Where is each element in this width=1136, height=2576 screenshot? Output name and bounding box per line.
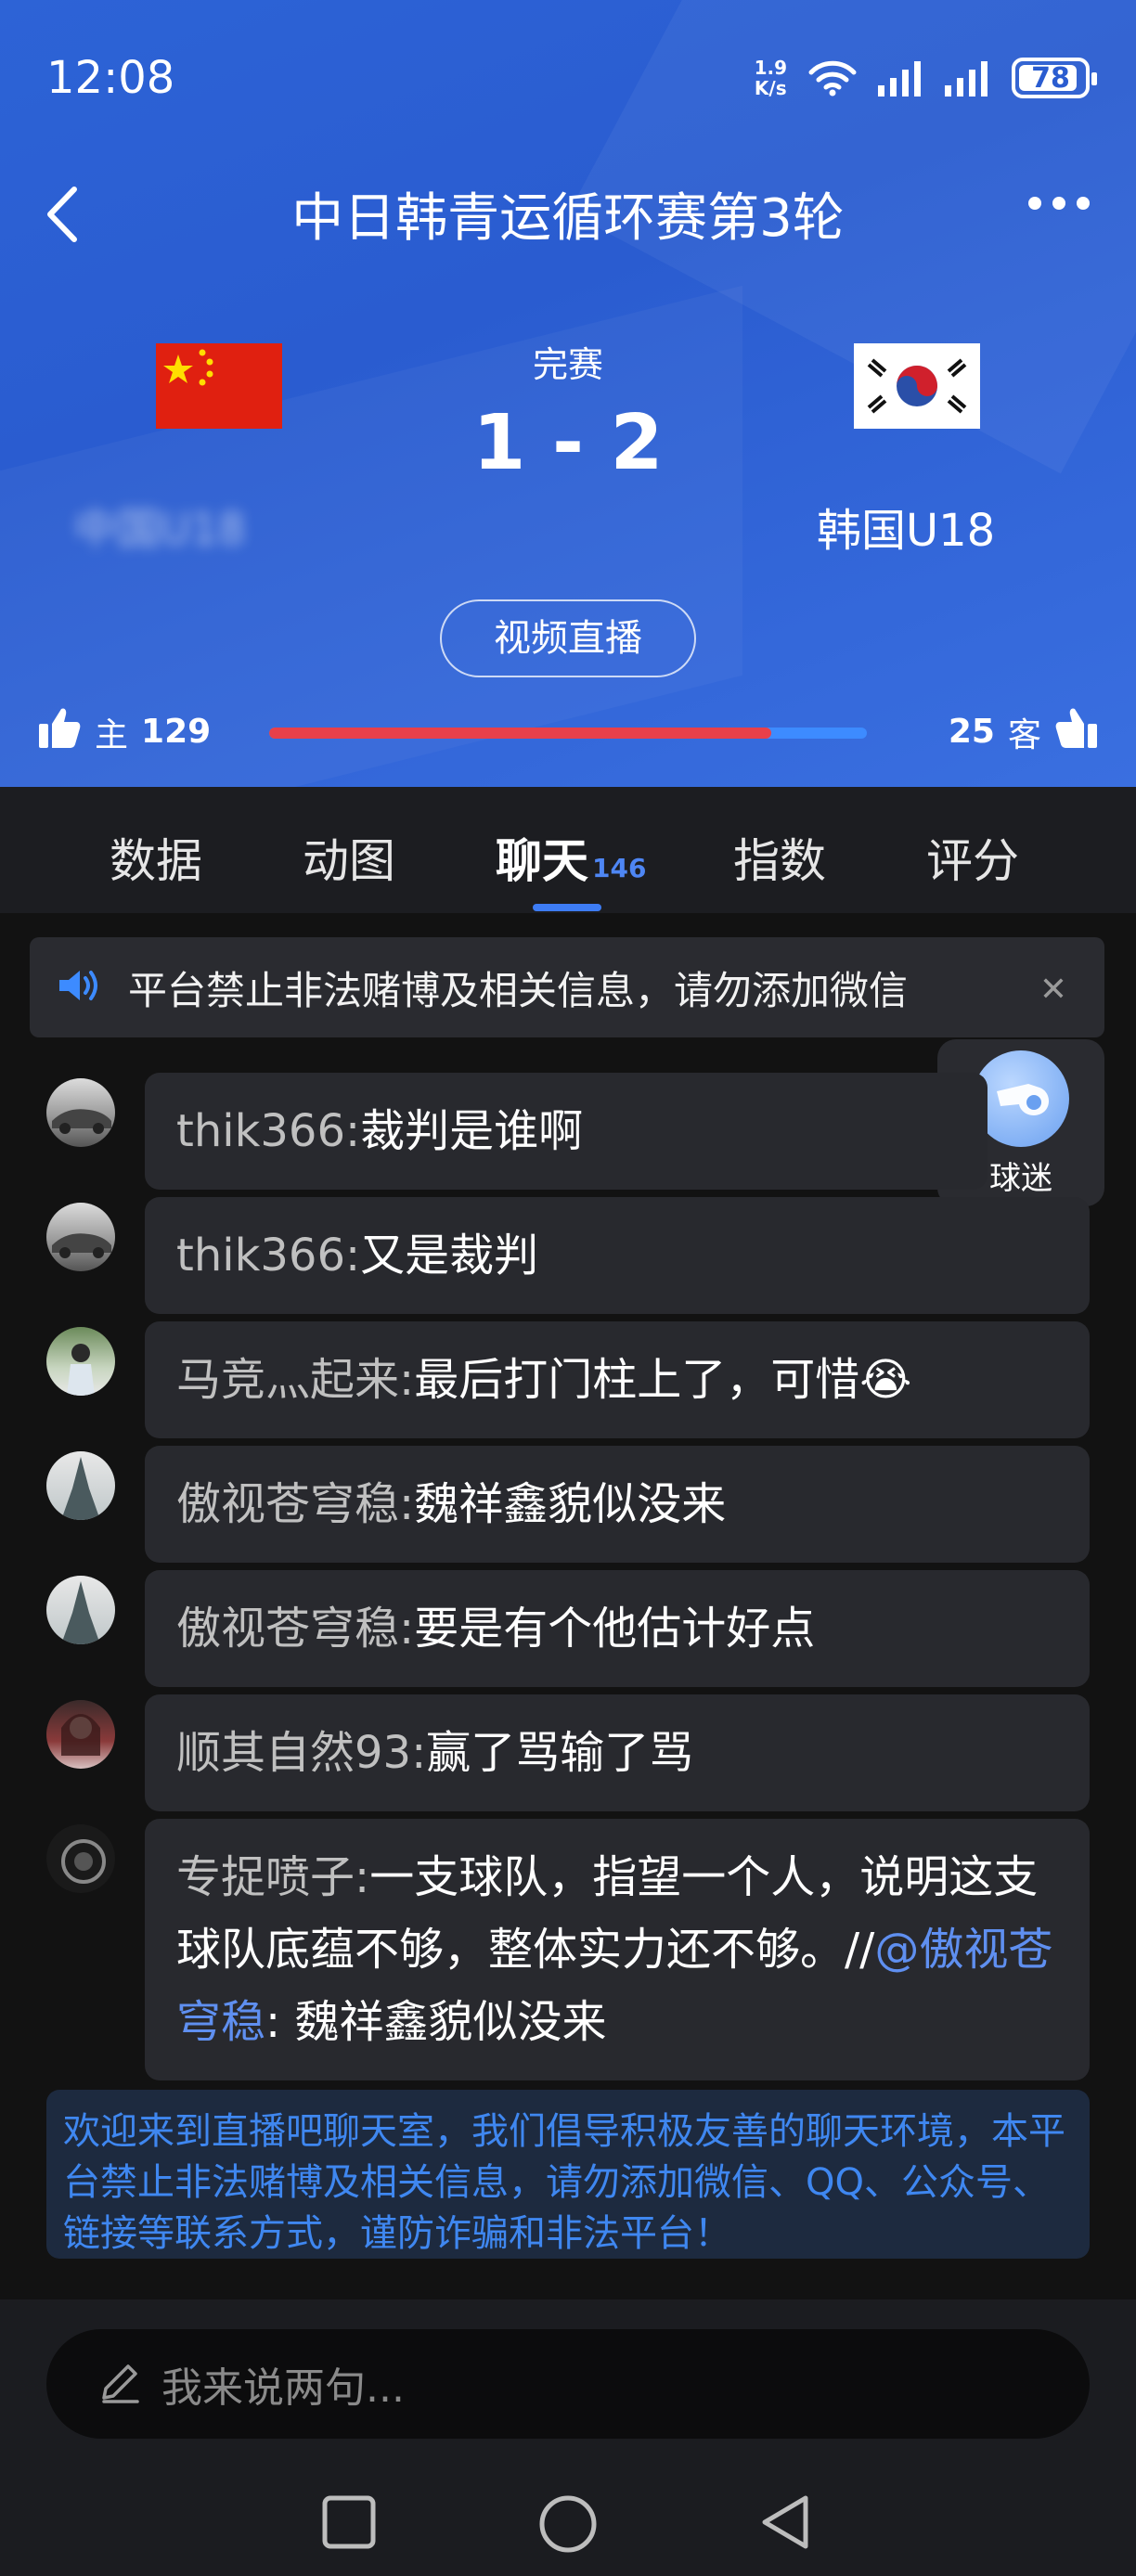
- close-icon[interactable]: ✕: [1039, 971, 1067, 1009]
- net-speed-unit: K/s: [754, 77, 787, 99]
- tab-chat-label: 聊天: [496, 834, 588, 888]
- tab-chat[interactable]: 聊天 146: [496, 824, 646, 891]
- battery-level: 78: [1031, 61, 1070, 95]
- home-vote-count: 129: [141, 713, 212, 751]
- status-icons: 1.9 K/s 78: [755, 58, 1097, 98]
- speaker-icon: [58, 967, 102, 1008]
- message-quote: : 魏祥鑫貌似没来: [265, 1996, 607, 2048]
- message-text: 裁判是谁啊: [360, 1105, 584, 1157]
- system-navbar: [0, 2467, 1136, 2576]
- avatar[interactable]: [46, 1576, 115, 1644]
- wifi-icon: [807, 59, 858, 97]
- avatar[interactable]: [46, 1700, 115, 1769]
- message-text: 魏祥鑫貌似没来: [414, 1478, 727, 1530]
- tab-bar: 数据 动图 聊天 146 指数 评分: [0, 787, 1136, 913]
- chat-input[interactable]: 我来说两句...: [46, 2329, 1090, 2439]
- notice-text: 平台禁止非法赌博及相关信息，请勿添加微信: [128, 967, 909, 1013]
- signal-icon: [878, 59, 924, 97]
- message-text: 要是有个他估计好点: [414, 1603, 816, 1655]
- message-bubble[interactable]: 专捉喷子:一支球队，指望一个人，说明这支球队底蕴不够，整体实力还不够。//@傲视…: [145, 1819, 1090, 2080]
- message-text: 最后打门柱上了，可惜😭: [414, 1354, 912, 1406]
- status-time: 12:08: [46, 52, 175, 104]
- welcome-notice: 欢迎来到直播吧聊天室，我们倡导积极友善的聊天环境，本平台禁止非法赌博及相关信息，…: [46, 2090, 1090, 2259]
- tab-data[interactable]: 数据: [110, 824, 202, 891]
- tab-chat-count: 146: [592, 853, 647, 883]
- avatar[interactable]: [46, 1203, 115, 1271]
- notice-banner: 平台禁止非法赌博及相关信息，请勿添加微信 ✕: [30, 937, 1104, 1037]
- input-bar: 我来说两句...: [0, 2299, 1136, 2467]
- net-speed: 1.9 K/s: [755, 58, 787, 98]
- more-dots-icon[interactable]: [1028, 197, 1090, 210]
- message-bubble[interactable]: 傲视苍穹稳:魏祥鑫貌似没来: [145, 1446, 1090, 1563]
- message-username[interactable]: thik366:: [176, 1105, 360, 1157]
- message-username[interactable]: 顺其自然93:: [176, 1727, 426, 1779]
- avatar[interactable]: [46, 1824, 115, 1893]
- page-title: 中日韩青运循环赛第3轮: [291, 188, 845, 249]
- pencil-icon: [97, 2359, 143, 2409]
- message-text: 赢了骂输了骂: [426, 1727, 694, 1779]
- message-bubble[interactable]: thik366:裁判是谁啊: [145, 1073, 988, 1190]
- video-live-button[interactable]: 视频直播: [440, 599, 696, 677]
- message-username[interactable]: 傲视苍穹稳:: [176, 1603, 414, 1655]
- home-icon[interactable]: [536, 2492, 600, 2559]
- message-text: 又是裁判: [360, 1230, 539, 1282]
- thumbs-up-icon: [37, 705, 82, 758]
- home-vote[interactable]: 主 129: [37, 705, 211, 758]
- home-vote-ratio: [269, 728, 771, 739]
- active-tab-indicator: [533, 904, 601, 911]
- match-header: 12:08 1.9 K/s 78 中日韩青运循环赛第3轮 中国U18 韩国U18…: [0, 0, 1136, 787]
- message-bubble[interactable]: 傲视苍穹稳:要是有个他估计好点: [145, 1570, 1090, 1687]
- tab-gifs[interactable]: 动图: [303, 824, 395, 891]
- message-bubble[interactable]: 马竞灬起来:最后打门柱上了，可惜😭: [145, 1321, 1090, 1438]
- tab-odds[interactable]: 指数: [733, 824, 826, 891]
- match-status: 完赛: [532, 344, 603, 385]
- message-bubble[interactable]: 顺其自然93:赢了骂输了骂: [145, 1694, 1090, 1811]
- home-team-name: 中国U18: [74, 504, 246, 554]
- battery-icon: 78: [1012, 58, 1097, 98]
- away-vote[interactable]: 25 客: [949, 705, 1099, 758]
- message-bubble[interactable]: thik366:又是裁判: [145, 1197, 1090, 1314]
- away-team-name: 韩国U18: [817, 505, 996, 557]
- net-speed-value: 1.9: [754, 57, 787, 79]
- back-arrow-icon[interactable]: [37, 182, 93, 247]
- message-username[interactable]: 傲视苍穹稳:: [176, 1478, 414, 1530]
- avatar[interactable]: [46, 1327, 115, 1396]
- thumbs-up-icon: [1054, 705, 1099, 758]
- signal-icon: [945, 59, 991, 97]
- recent-apps-icon[interactable]: [319, 2492, 379, 2556]
- tab-ratings[interactable]: 评分: [926, 824, 1019, 891]
- away-vote-count: 25: [948, 713, 995, 751]
- vote-ratio-bar: [269, 728, 867, 739]
- away-vote-label: 客: [1007, 715, 1041, 754]
- message-username[interactable]: 马竞灬起来:: [176, 1354, 414, 1406]
- home-vote-label: 主: [95, 715, 129, 754]
- match-score: 1 - 2: [472, 399, 664, 487]
- avatar[interactable]: [46, 1078, 115, 1147]
- chat-input-placeholder: 我来说两句...: [161, 2364, 405, 2412]
- message-username[interactable]: 专捉喷子:: [176, 1851, 369, 1903]
- message-username[interactable]: thik366:: [176, 1230, 360, 1282]
- avatar[interactable]: [46, 1451, 115, 1520]
- back-icon[interactable]: [755, 2492, 815, 2556]
